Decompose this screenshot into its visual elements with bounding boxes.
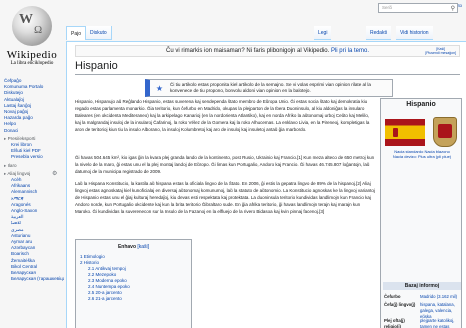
- language-settings-gear-icon[interactable]: ⚙: [52, 171, 57, 177]
- paragraph: Laŭ la Hispana Konstitucio, la kastila a…: [75, 181, 375, 214]
- search-placeholder: Serči: [382, 5, 393, 10]
- coat-of-arms-image[interactable]: [433, 117, 457, 147]
- infobox-section-header: Bazaj informoj: [383, 282, 461, 290]
- infobox-key: Ĉefurbo: [384, 294, 401, 299]
- sidebar-nav-item[interactable]: Donaci: [4, 128, 64, 134]
- infobox-key: Plej ofta(j) religio(j): [384, 318, 405, 328]
- logo-tagline: La libra enciklopedio: [10, 61, 54, 66]
- sidebar-section-tools[interactable]: Ilaro: [4, 163, 64, 169]
- tab-edit[interactable]: Redakti: [366, 26, 391, 40]
- sidebar-language-link[interactable]: Беларуская (тарашкевіца): [4, 276, 64, 282]
- sidebar-section-languages[interactable]: Aliaj lingvoj⚙: [4, 171, 64, 177]
- paragraph: Ĝi havas 504.645 km², kio igas ĝin la kv…: [75, 155, 375, 174]
- toc-title: Enhavo [kaŝi]: [117, 244, 150, 250]
- star-icon: ★: [155, 84, 164, 93]
- paragraph: Hispanio, Hispanujo aŭ Reĝlando Hispanio…: [75, 99, 370, 132]
- page-tabs: Pajo Diskuto Legi Redakti Vidi historion: [66, 24, 466, 42]
- page-title: Hispanio: [75, 60, 460, 75]
- infobox-value[interactable]: plejparte katolikoj, tamen ne estas: [420, 318, 460, 328]
- flag-image[interactable]: [385, 119, 425, 146]
- tab-page[interactable]: Pajo: [66, 26, 87, 40]
- logo-wordmark: Wikipedio: [6, 49, 58, 61]
- wikipedia-logo[interactable]: Wikipedio La libra enciklopedio: [2, 6, 62, 72]
- hide-notice-link[interactable]: [Kaŝi] [Plusendi mesaĝon]: [425, 47, 456, 55]
- infobox-key: Ĉefa(j) lingvo(j): [384, 302, 416, 307]
- search-icon[interactable]: ⚲: [451, 5, 455, 12]
- infobox: Hispanio Nacia standardo Nacia blazono N…: [380, 98, 462, 328]
- toc-list: 1 Etimologio 2 Historio 2.1 Antikvaj tempo…: [80, 254, 187, 302]
- table-of-contents: Enhavo [kaŝi] 1 Etimologio 2 Historio 2.1 …: [75, 239, 192, 328]
- infobox-title: Hispanio: [406, 101, 436, 108]
- search-input[interactable]: Serči ⚲: [378, 3, 458, 13]
- toc-hide-link[interactable]: [kaŝi]: [137, 244, 149, 250]
- toc-item[interactable]: 2.6 21-a jarcento: [80, 296, 187, 302]
- infobox-value[interactable]: Madrido (3.162 mil): [420, 294, 460, 300]
- puzzle-globe-icon: [12, 6, 52, 46]
- tab-talk[interactable]: Diskuto: [86, 26, 112, 40]
- site-notice-link[interactable]: Pli pri la temo.: [331, 48, 369, 54]
- notice-box-text: Ĉi tiu artikolo estas proponita kiel art…: [170, 82, 371, 93]
- sidebar: Ĉefpaĝo Komunuma Portalo Diskutejo Aktualaĵ…: [4, 78, 64, 283]
- main-content: Ču vi rimarkis ion maisaman? Ni faris pl…: [66, 41, 466, 328]
- sidebar-print-item[interactable]: Presebla versio: [4, 154, 64, 160]
- site-notice: Ču vi rimarkis ion maisaman? Ni faris pl…: [75, 45, 460, 57]
- wiki-window: Novaj ussi Ensalutit / Kreir novon konto…: [0, 0, 466, 328]
- infobox-motto[interactable]: Nacia devizo: Plus ultra (pli plue): [381, 154, 463, 159]
- notice-box: ★ Ĉi tiu artikolo estas proponita kiel a…: [145, 79, 393, 97]
- site-notice-text: Ču vi rimarkis ion maisaman? Ni faris pl…: [166, 48, 330, 54]
- tab-read[interactable]: Legi: [314, 26, 332, 40]
- tab-history[interactable]: Vidi historion: [396, 26, 433, 40]
